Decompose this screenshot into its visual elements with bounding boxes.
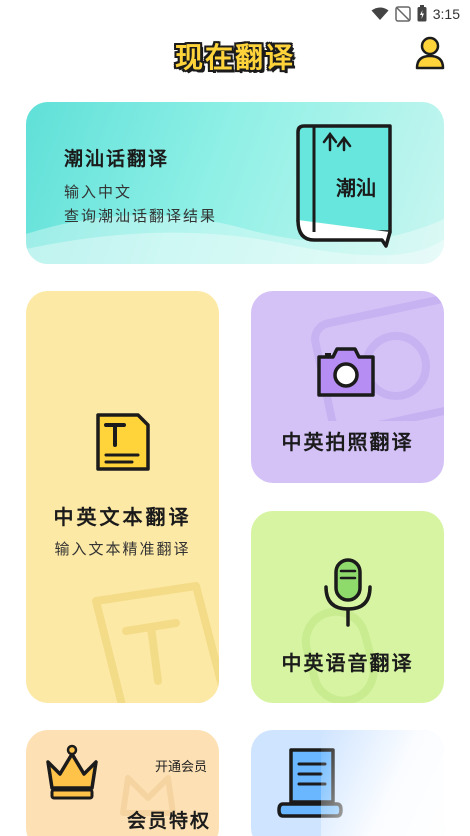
book-icon: 潮汕 xyxy=(290,120,400,250)
text-translate-title: 中英文本翻译 xyxy=(53,505,192,529)
microphone-icon xyxy=(324,558,372,627)
voice-translate-title: 中英语音翻译 xyxy=(281,651,414,675)
chaoshan-title: 潮汕话翻译 xyxy=(64,148,170,170)
app-header: 现在翻译 xyxy=(0,28,470,86)
status-time: 3:15 xyxy=(432,5,460,22)
battery-icon xyxy=(417,5,427,22)
fade-overlay xyxy=(321,730,444,836)
text-document-icon xyxy=(96,413,150,471)
signal-off-icon xyxy=(395,5,411,22)
text-translate-card[interactable]: 中英文本翻译 输入文本精准翻译 xyxy=(26,291,219,703)
vip-title: 会员特权 xyxy=(126,810,211,832)
wifi-icon xyxy=(371,7,389,20)
chaoshan-subtitle-line1: 输入中文 xyxy=(64,183,133,201)
chaoshan-translate-card[interactable]: 潮汕话翻译 输入中文 查询潮汕话翻译结果 潮汕 xyxy=(26,102,444,264)
app-title: 现在翻译 xyxy=(174,41,295,74)
chaoshan-subtitle-line2: 查询潮汕话翻译结果 xyxy=(64,207,218,225)
text-translate-subtitle: 输入文本精准翻译 xyxy=(54,540,191,558)
status-bar: 3:15 xyxy=(0,0,470,28)
text-watermark-icon xyxy=(92,582,219,703)
photo-translate-title: 中英拍照翻译 xyxy=(281,430,414,454)
user-icon[interactable] xyxy=(414,36,446,70)
book-label: 潮汕 xyxy=(336,176,376,200)
voice-translate-card[interactable]: 中英语音翻译 xyxy=(251,511,444,703)
status-icons: 3:15 xyxy=(371,5,460,22)
photo-translate-card[interactable]: 中英拍照翻译 xyxy=(251,291,444,483)
vip-card[interactable]: 开通会员 会员特权 xyxy=(26,730,219,836)
vip-open-label: 开通会员 xyxy=(154,760,207,775)
document-translate-card[interactable] xyxy=(251,730,444,836)
camera-icon xyxy=(317,347,375,397)
crown-icon xyxy=(46,744,98,800)
